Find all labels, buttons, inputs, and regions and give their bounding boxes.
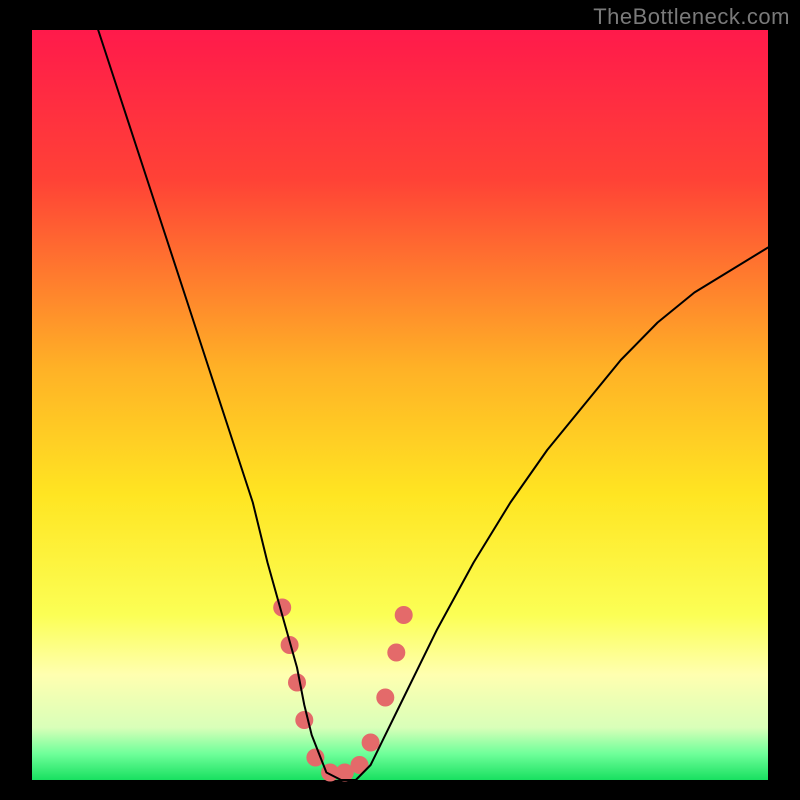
chart-container: TheBottleneck.com <box>0 0 800 800</box>
highlight-dot <box>351 756 369 774</box>
watermark-label: TheBottleneck.com <box>593 4 790 30</box>
highlight-dot <box>295 711 313 729</box>
highlight-dot <box>387 644 405 662</box>
highlight-dot <box>306 749 324 767</box>
bottleneck-chart <box>0 0 800 800</box>
highlight-dot <box>376 689 394 707</box>
highlight-dot <box>395 606 413 624</box>
highlight-dot <box>288 674 306 692</box>
plot-background <box>32 30 768 780</box>
highlight-dot <box>362 734 380 752</box>
